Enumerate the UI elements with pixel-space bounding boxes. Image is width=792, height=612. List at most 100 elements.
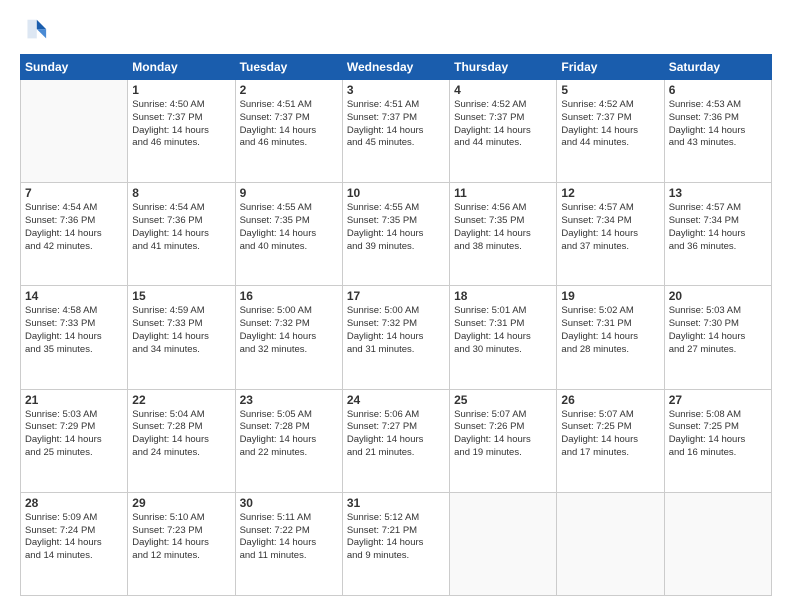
day-info: Sunrise: 5:10 AM Sunset: 7:23 PM Dayligh…: [132, 512, 230, 563]
calendar-header-saturday: Saturday: [664, 55, 771, 80]
day-number: 2: [240, 83, 338, 97]
calendar-cell: 22Sunrise: 5:04 AM Sunset: 7:28 PM Dayli…: [128, 389, 235, 492]
day-number: 8: [132, 186, 230, 200]
day-number: 11: [454, 186, 552, 200]
day-info: Sunrise: 5:02 AM Sunset: 7:31 PM Dayligh…: [561, 305, 659, 356]
calendar-cell: 15 Sunrise: 4:59 AM Sunset: 7:33 PM Dayli…: [128, 286, 235, 389]
calendar-cell: 12 Sunrise: 4:57 AM Sunset: 7:34 PM Dayli…: [557, 183, 664, 286]
logo-icon: [20, 16, 48, 44]
logo: [20, 16, 52, 44]
day-info: Sunrise: 5:09 AM Sunset: 7:24 PM Dayligh…: [25, 512, 123, 563]
calendar-cell: 26 Sunrise: 5:07 AM Sunset: 7:25 PM Dayli…: [557, 389, 664, 492]
calendar-cell: 18 Sunrise: 5:01 AM Sunset: 7:31 PM Dayli…: [450, 286, 557, 389]
day-number: 1: [132, 83, 230, 97]
calendar-cell: 29 Sunrise: 5:10 AM Sunset: 7:23 PM Dayli…: [128, 492, 235, 595]
calendar-cell: [450, 492, 557, 595]
day-number: 14: [25, 289, 123, 303]
calendar-cell: 21 Sunrise: 5:03 AM Sunset: 7:29 PM Dayli…: [21, 389, 128, 492]
calendar-cell: 31 Sunrise: 5:12 AM Sunset: 7:21 PM Dayli…: [342, 492, 449, 595]
calendar-header-wednesday: Wednesday: [342, 55, 449, 80]
calendar-header-friday: Friday: [557, 55, 664, 80]
day-number: 13: [669, 186, 767, 200]
day-number: 3: [347, 83, 445, 97]
day-info: Sunrise: 4:58 AM Sunset: 7:33 PM Dayligh…: [25, 305, 123, 356]
day-number: 30: [240, 496, 338, 510]
calendar-cell: 3Sunrise: 4:51 AM Sunset: 7:37 PM Daylig…: [342, 80, 449, 183]
day-info: Sunrise: 4:52 AM Sunset: 7:37 PM Dayligh…: [561, 99, 659, 150]
day-info: Sunrise: 4:50 AM Sunset: 7:37 PM Dayligh…: [132, 99, 230, 150]
page: SundayMondayTuesdayWednesdayThursdayFrid…: [0, 0, 792, 612]
day-info: Sunrise: 5:12 AM Sunset: 7:21 PM Dayligh…: [347, 512, 445, 563]
day-number: 10: [347, 186, 445, 200]
day-info: Sunrise: 4:51 AM Sunset: 7:37 PM Dayligh…: [240, 99, 338, 150]
calendar-cell: 9 Sunrise: 4:55 AM Sunset: 7:35 PM Daylig…: [235, 183, 342, 286]
calendar-week-1: 1 Sunrise: 4:50 AM Sunset: 7:37 PM Daylig…: [21, 80, 772, 183]
day-info: Sunrise: 4:52 AM Sunset: 7:37 PM Dayligh…: [454, 99, 552, 150]
day-info: Sunrise: 4:57 AM Sunset: 7:34 PM Dayligh…: [561, 202, 659, 253]
calendar-header-row: SundayMondayTuesdayWednesdayThursdayFrid…: [21, 55, 772, 80]
calendar-cell: 14 Sunrise: 4:58 AM Sunset: 7:33 PM Dayli…: [21, 286, 128, 389]
calendar-cell: 1 Sunrise: 4:50 AM Sunset: 7:37 PM Daylig…: [128, 80, 235, 183]
calendar-cell: 5 Sunrise: 4:52 AM Sunset: 7:37 PM Daylig…: [557, 80, 664, 183]
day-number: 5: [561, 83, 659, 97]
calendar-cell: 24Sunrise: 5:06 AM Sunset: 7:27 PM Dayli…: [342, 389, 449, 492]
calendar-cell: 11 Sunrise: 4:56 AM Sunset: 7:35 PM Dayli…: [450, 183, 557, 286]
calendar-cell: 4 Sunrise: 4:52 AM Sunset: 7:37 PM Daylig…: [450, 80, 557, 183]
calendar-cell: 6Sunrise: 4:53 AM Sunset: 7:36 PM Daylig…: [664, 80, 771, 183]
day-number: 27: [669, 393, 767, 407]
day-number: 12: [561, 186, 659, 200]
day-info: Sunrise: 5:03 AM Sunset: 7:30 PM Dayligh…: [669, 305, 767, 356]
day-number: 28: [25, 496, 123, 510]
calendar-cell: 13 Sunrise: 4:57 AM Sunset: 7:34 PM Dayli…: [664, 183, 771, 286]
calendar-cell: 28 Sunrise: 5:09 AM Sunset: 7:24 PM Dayli…: [21, 492, 128, 595]
calendar-cell: 16 Sunrise: 5:00 AM Sunset: 7:32 PM Dayli…: [235, 286, 342, 389]
day-number: 24: [347, 393, 445, 407]
calendar-cell: 25Sunrise: 5:07 AM Sunset: 7:26 PM Dayli…: [450, 389, 557, 492]
calendar-cell: 8Sunrise: 4:54 AM Sunset: 7:36 PM Daylig…: [128, 183, 235, 286]
day-number: 26: [561, 393, 659, 407]
day-number: 31: [347, 496, 445, 510]
day-info: Sunrise: 4:59 AM Sunset: 7:33 PM Dayligh…: [132, 305, 230, 356]
calendar-header-thursday: Thursday: [450, 55, 557, 80]
day-info: Sunrise: 5:00 AM Sunset: 7:32 PM Dayligh…: [240, 305, 338, 356]
day-info: Sunrise: 4:53 AM Sunset: 7:36 PM Dayligh…: [669, 99, 767, 150]
calendar-week-3: 14 Sunrise: 4:58 AM Sunset: 7:33 PM Dayli…: [21, 286, 772, 389]
day-info: Sunrise: 4:55 AM Sunset: 7:35 PM Dayligh…: [240, 202, 338, 253]
day-number: 21: [25, 393, 123, 407]
calendar-cell: [557, 492, 664, 595]
day-number: 9: [240, 186, 338, 200]
calendar-cell: [21, 80, 128, 183]
day-info: Sunrise: 4:57 AM Sunset: 7:34 PM Dayligh…: [669, 202, 767, 253]
calendar-header-sunday: Sunday: [21, 55, 128, 80]
calendar-cell: 7 Sunrise: 4:54 AM Sunset: 7:36 PM Daylig…: [21, 183, 128, 286]
calendar-header-monday: Monday: [128, 55, 235, 80]
calendar-cell: 19Sunrise: 5:02 AM Sunset: 7:31 PM Dayli…: [557, 286, 664, 389]
day-number: 16: [240, 289, 338, 303]
day-number: 15: [132, 289, 230, 303]
calendar-cell: 23Sunrise: 5:05 AM Sunset: 7:28 PM Dayli…: [235, 389, 342, 492]
day-number: 18: [454, 289, 552, 303]
calendar-cell: 2 Sunrise: 4:51 AM Sunset: 7:37 PM Daylig…: [235, 80, 342, 183]
day-info: Sunrise: 5:01 AM Sunset: 7:31 PM Dayligh…: [454, 305, 552, 356]
calendar-week-2: 7 Sunrise: 4:54 AM Sunset: 7:36 PM Daylig…: [21, 183, 772, 286]
day-info: Sunrise: 5:03 AM Sunset: 7:29 PM Dayligh…: [25, 409, 123, 460]
day-info: Sunrise: 4:55 AM Sunset: 7:35 PM Dayligh…: [347, 202, 445, 253]
day-number: 4: [454, 83, 552, 97]
day-number: 7: [25, 186, 123, 200]
day-number: 29: [132, 496, 230, 510]
day-number: 20: [669, 289, 767, 303]
calendar-cell: 30 Sunrise: 5:11 AM Sunset: 7:22 PM Dayli…: [235, 492, 342, 595]
day-info: Sunrise: 4:56 AM Sunset: 7:35 PM Dayligh…: [454, 202, 552, 253]
calendar-table: SundayMondayTuesdayWednesdayThursdayFrid…: [20, 54, 772, 596]
day-number: 25: [454, 393, 552, 407]
day-info: Sunrise: 4:54 AM Sunset: 7:36 PM Dayligh…: [25, 202, 123, 253]
calendar-cell: [664, 492, 771, 595]
day-number: 22: [132, 393, 230, 407]
day-info: Sunrise: 5:11 AM Sunset: 7:22 PM Dayligh…: [240, 512, 338, 563]
calendar-cell: 17Sunrise: 5:00 AM Sunset: 7:32 PM Dayli…: [342, 286, 449, 389]
header: [20, 16, 772, 44]
day-info: Sunrise: 5:05 AM Sunset: 7:28 PM Dayligh…: [240, 409, 338, 460]
day-number: 17: [347, 289, 445, 303]
day-info: Sunrise: 5:07 AM Sunset: 7:25 PM Dayligh…: [561, 409, 659, 460]
calendar-header-tuesday: Tuesday: [235, 55, 342, 80]
